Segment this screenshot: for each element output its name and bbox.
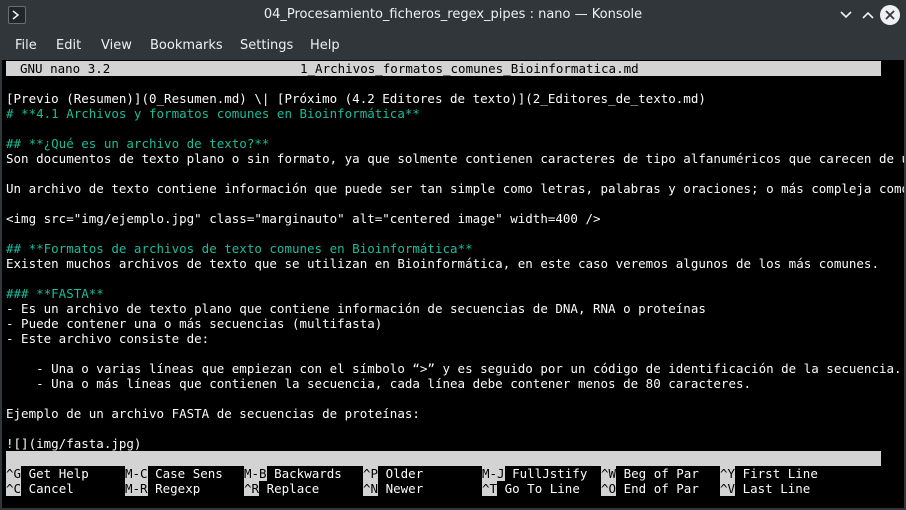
shortcut-key: ^W bbox=[601, 466, 617, 481]
minimize-chevron-down-icon[interactable] bbox=[836, 5, 856, 25]
nano-version: GNU nano 3.2 bbox=[20, 61, 111, 76]
shortcut-key: M-J bbox=[482, 466, 505, 481]
shortcut-item[interactable]: ^V Last Line bbox=[720, 481, 810, 496]
menu-edit[interactable]: Edit bbox=[56, 38, 81, 53]
shortcut-label: Older bbox=[378, 466, 424, 481]
editor-line: - Puede contener una o más secuencias (m… bbox=[6, 316, 383, 331]
shortcut-key: ^C bbox=[6, 481, 22, 496]
window-titlebar: 04_Procesamiento_ficheros_regex_pipes : … bbox=[0, 0, 906, 30]
shortcut-label: FullJstify bbox=[504, 466, 588, 481]
shortcut-item[interactable]: ^W Beg of Par bbox=[601, 466, 699, 481]
shortcut-label: Regexp bbox=[147, 481, 201, 496]
menu-view[interactable]: View bbox=[101, 38, 132, 53]
shortcut-label: Backwards bbox=[266, 466, 342, 481]
shortcut-label: Beg of Par bbox=[616, 466, 699, 481]
editor-line: ![](img/fasta.jpg) bbox=[6, 436, 142, 451]
shortcut-key: ^Y bbox=[720, 466, 736, 481]
shortcut-item[interactable]: ^N Newer bbox=[363, 481, 423, 496]
shortcut-item[interactable]: ^T Go To Line bbox=[482, 481, 580, 496]
shortcut-key: ^V bbox=[720, 481, 736, 496]
shortcut-key: ^G bbox=[6, 466, 22, 481]
shortcut-key: M-B bbox=[244, 466, 267, 481]
shortcut-key: ^N bbox=[363, 481, 379, 496]
menu-file[interactable]: File bbox=[15, 38, 37, 53]
shortcut-key: M-C bbox=[125, 466, 148, 481]
menu-settings[interactable]: Settings bbox=[240, 38, 293, 53]
shortcut-key: ^T bbox=[482, 481, 498, 496]
editor-line: - Una o varias líneas que empiezan con e… bbox=[6, 361, 902, 376]
terminal-area[interactable]: GNU nano 3.2 1_Archivos_formatos_comunes… bbox=[2, 60, 904, 508]
editor-line: [Previo (Resumen)](0_Resumen.md) \| [Pró… bbox=[6, 91, 706, 106]
shortcut-label: Go To Line bbox=[497, 481, 580, 496]
shortcut-label: Get Help bbox=[21, 466, 89, 481]
shortcut-item[interactable]: M-J FullJstify bbox=[482, 466, 587, 481]
shortcut-label: Newer bbox=[378, 481, 424, 496]
shortcut-item[interactable]: M-R Regexp bbox=[125, 481, 200, 496]
shortcut-key: ^P bbox=[363, 466, 379, 481]
editor-line: - Una o más líneas que contienen la secu… bbox=[6, 376, 752, 391]
editor-line: Ejemplo de un archivo FASTA de secuencia… bbox=[6, 406, 420, 421]
editor-line: - Es un archivo de texto plano que conti… bbox=[6, 301, 706, 316]
nano-filename: 1_Archivos_formatos_comunes_Bioinformati… bbox=[300, 61, 639, 76]
search-bar[interactable]: Search: FASTA bbox=[6, 451, 881, 481]
maximize-chevron-up-icon[interactable] bbox=[858, 5, 878, 25]
shortcut-key: ^R bbox=[244, 481, 260, 496]
close-icon[interactable] bbox=[880, 5, 900, 25]
shortcut-item[interactable]: M-B Backwards bbox=[244, 466, 342, 481]
window-title: 04_Procesamiento_ficheros_regex_pipes : … bbox=[263, 7, 643, 22]
shortcut-label: Cancel bbox=[21, 481, 74, 496]
menu-bookmarks[interactable]: Bookmarks bbox=[150, 38, 223, 53]
shortcut-item[interactable]: ^G Get Help bbox=[6, 466, 89, 481]
editor-line: ## **¿Qué es un archivo de texto?** bbox=[6, 136, 270, 151]
editor-line: ## **Formatos de archivos de texto comun… bbox=[6, 241, 473, 256]
shortcut-label: Replace bbox=[259, 481, 320, 496]
shortcut-label: Last Line bbox=[735, 481, 811, 496]
shortcut-item[interactable]: ^P Older bbox=[363, 466, 423, 481]
shortcut-key: M-R bbox=[125, 481, 148, 496]
editor-line: ### **FASTA** bbox=[6, 286, 104, 301]
editor-line: # **4.1 Archivos y formatos comunes en B… bbox=[6, 106, 420, 121]
menubar: File Edit View Bookmarks Settings Help bbox=[0, 30, 906, 60]
shortcut-item[interactable]: ^O End of Par bbox=[601, 481, 699, 496]
shortcut-label: First Line bbox=[735, 466, 818, 481]
shortcut-label: End of Par bbox=[616, 481, 699, 496]
editor-line: - Este archivo consiste de: bbox=[6, 331, 210, 346]
editor-line: Son documentos de texto plano o sin form… bbox=[6, 151, 904, 166]
editor-line: <img src="img/ejemplo.jpg" class="margin… bbox=[6, 211, 601, 226]
editor-line: Un archivo de texto contiene información… bbox=[6, 181, 904, 196]
shortcut-item[interactable]: ^C Cancel bbox=[6, 481, 74, 496]
editor-line: Existen muchos archivos de texto que se … bbox=[6, 256, 879, 271]
shortcut-key: ^O bbox=[601, 481, 617, 496]
shortcut-item[interactable]: ^Y First Line bbox=[720, 466, 818, 481]
shortcut-item[interactable]: M-C Case Sens bbox=[125, 466, 223, 481]
menu-help[interactable]: Help bbox=[310, 38, 340, 53]
shortcut-label: Case Sens bbox=[147, 466, 223, 481]
nano-header-bar: GNU nano 3.2 1_Archivos_formatos_comunes… bbox=[6, 61, 881, 76]
shortcut-item[interactable]: ^R Replace bbox=[244, 481, 319, 496]
